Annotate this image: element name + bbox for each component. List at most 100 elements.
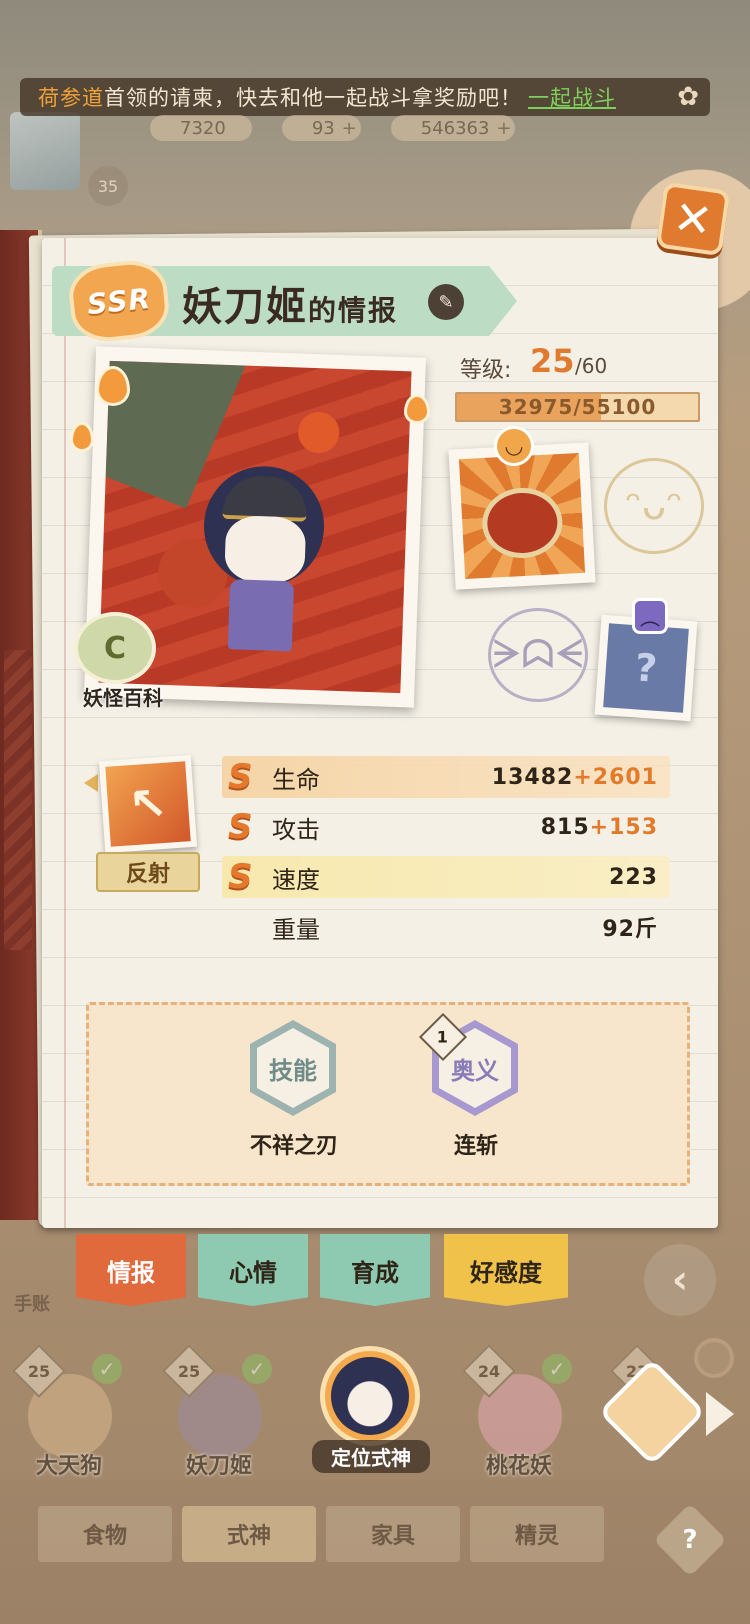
- category-shikigami[interactable]: 式神: [182, 1506, 316, 1562]
- smile-icon: ◡: [494, 426, 534, 466]
- rarity-label: SSR: [85, 281, 153, 321]
- category-furniture[interactable]: 家具: [326, 1506, 460, 1562]
- sad-icon: ︵: [632, 598, 668, 634]
- roster-item[interactable]: 25 ✓ 妖刀姬: [162, 1344, 274, 1479]
- locate-shikigami-button[interactable]: 定位式神: [312, 1346, 430, 1476]
- plus-icon[interactable]: +: [342, 118, 357, 139]
- roster-level: 24: [477, 1361, 501, 1381]
- attribute-icon[interactable]: ↖: [98, 754, 198, 854]
- roster-name: 大天狗: [35, 1454, 102, 1479]
- tab-training[interactable]: 育成: [320, 1234, 430, 1306]
- scene-thumbnail: [10, 112, 80, 190]
- title-suffix: 的情报: [308, 294, 399, 327]
- close-button[interactable]: ✕: [655, 181, 731, 257]
- ougi-count: 1: [437, 1027, 449, 1047]
- roster-item[interactable]: 25 ✓ 大天狗: [12, 1344, 124, 1479]
- encyclopedia-button[interactable]: C 妖怪百科: [68, 612, 168, 710]
- locate-label: 定位式神: [312, 1440, 430, 1473]
- notice-text: 首领的请柬，快去和他一起战斗拿奖励吧！: [104, 86, 522, 110]
- resource-pill[interactable]: 546363 +: [390, 115, 516, 141]
- skill-name: 不祥之刃: [249, 1134, 338, 1159]
- shikigami-name: 妖刀姬: [182, 284, 308, 330]
- roster-name: 桃花妖: [485, 1454, 552, 1479]
- exp-text: 32975/55100: [498, 395, 657, 419]
- level-label: 等级:: [460, 358, 512, 383]
- stat-name: 生命: [272, 765, 320, 794]
- locate-avatar-ring: [320, 1346, 420, 1446]
- resource-row: 7320 93 + 546363 +: [150, 113, 710, 143]
- tab-info[interactable]: 情报: [76, 1234, 186, 1306]
- notice-bar[interactable]: 荷参道 首领的请柬，快去和他一起战斗拿奖励吧！ 一起战斗 ✿: [20, 78, 710, 116]
- stat-row-hp: S 生命 13482+2601: [222, 756, 670, 798]
- happy-doodle-icon: ᵔᴗᵔ: [604, 458, 704, 554]
- stat-base: 92斤: [602, 917, 658, 942]
- arrow-left-icon: [84, 774, 98, 792]
- roster-item[interactable]: 24 ✓ 桃花妖: [462, 1344, 574, 1479]
- s-rank-icon: S: [228, 757, 253, 797]
- roster-level: 25: [177, 1361, 201, 1381]
- stat-name: 重量: [272, 915, 320, 944]
- stat-value: 92斤: [602, 911, 658, 943]
- attribute-label: 反射: [96, 852, 200, 892]
- encyclopedia-label: 妖怪百科: [83, 686, 163, 710]
- close-icon: ✕: [670, 189, 716, 249]
- stat-base: 223: [609, 864, 658, 890]
- fire-icon: [70, 422, 94, 452]
- tab-affection[interactable]: 好感度: [444, 1234, 568, 1306]
- handbook-label[interactable]: 手账: [14, 1290, 50, 1316]
- stat-value: 815+153: [541, 815, 658, 840]
- ougi-name: 连斩: [453, 1134, 498, 1159]
- question-icon: ?: [603, 623, 689, 713]
- favorite-food-card[interactable]: [448, 442, 596, 590]
- stat-value: 13482+2601: [492, 765, 658, 790]
- exp-bar: 32975/55100: [455, 392, 700, 422]
- stat-base: 815: [540, 814, 590, 840]
- notice-highlight: 荷参道: [38, 86, 104, 110]
- pencil-icon[interactable]: ✎: [428, 284, 464, 320]
- resource-pill[interactable]: 93 +: [281, 115, 361, 141]
- stat-bonus: +2601: [573, 764, 658, 790]
- resource-pill: 7320: [150, 115, 252, 141]
- stat-base: 13482: [491, 764, 574, 790]
- stat-row-speed: S 速度 223: [222, 856, 670, 898]
- category-bar: 食物 式神 家具 精灵: [30, 1506, 650, 1568]
- back-icon[interactable]: ‹: [644, 1244, 716, 1316]
- character-face: [224, 514, 307, 584]
- tab-mood[interactable]: 心情: [198, 1234, 308, 1306]
- reflect-icon: ↖: [105, 761, 191, 847]
- help-button[interactable]: ?: [653, 1503, 727, 1577]
- flower-icon: ✿: [677, 82, 700, 112]
- stat-name: 攻击: [272, 815, 320, 844]
- skill-badge: 技能: [257, 1028, 329, 1108]
- resource-value: 546363: [420, 117, 490, 139]
- help-icon: ?: [682, 1525, 698, 1555]
- food-image: [458, 452, 586, 580]
- check-icon: ✓: [92, 1354, 122, 1384]
- check-icon: ✓: [542, 1354, 572, 1384]
- angry-doodle-icon: ᗒᗣᗕ: [488, 608, 588, 702]
- arrow-right-icon[interactable]: [706, 1392, 734, 1436]
- level-max: /60: [575, 354, 608, 378]
- resource-value: 7320: [180, 117, 226, 139]
- fire-icon: [96, 366, 130, 406]
- roster-level: 25: [27, 1361, 51, 1381]
- book-icon: C: [74, 612, 156, 684]
- stat-bonus: +153: [589, 814, 658, 840]
- stat-row-attack: S 攻击 815+153: [222, 806, 670, 848]
- character-body: [227, 579, 295, 652]
- notice-action-link[interactable]: 一起战斗: [528, 82, 616, 112]
- stat-name: 速度: [272, 865, 320, 894]
- fire-icon: [404, 394, 430, 424]
- plus-icon[interactable]: +: [496, 118, 511, 139]
- level-value: 25: [530, 342, 575, 380]
- category-food[interactable]: 食物: [38, 1506, 172, 1562]
- s-rank-icon: S: [228, 857, 253, 897]
- category-spirit[interactable]: 精灵: [470, 1506, 604, 1562]
- bowl-icon: [480, 485, 565, 561]
- stat-value: 223: [609, 865, 658, 890]
- roster-name: 妖刀姬: [185, 1454, 252, 1479]
- avatar-level-badge: 35: [88, 166, 128, 206]
- skill-box: [86, 1002, 690, 1186]
- stat-row-weight: S 重量 92斤: [222, 906, 670, 948]
- page-title: 妖刀姬的情报: [182, 274, 398, 332]
